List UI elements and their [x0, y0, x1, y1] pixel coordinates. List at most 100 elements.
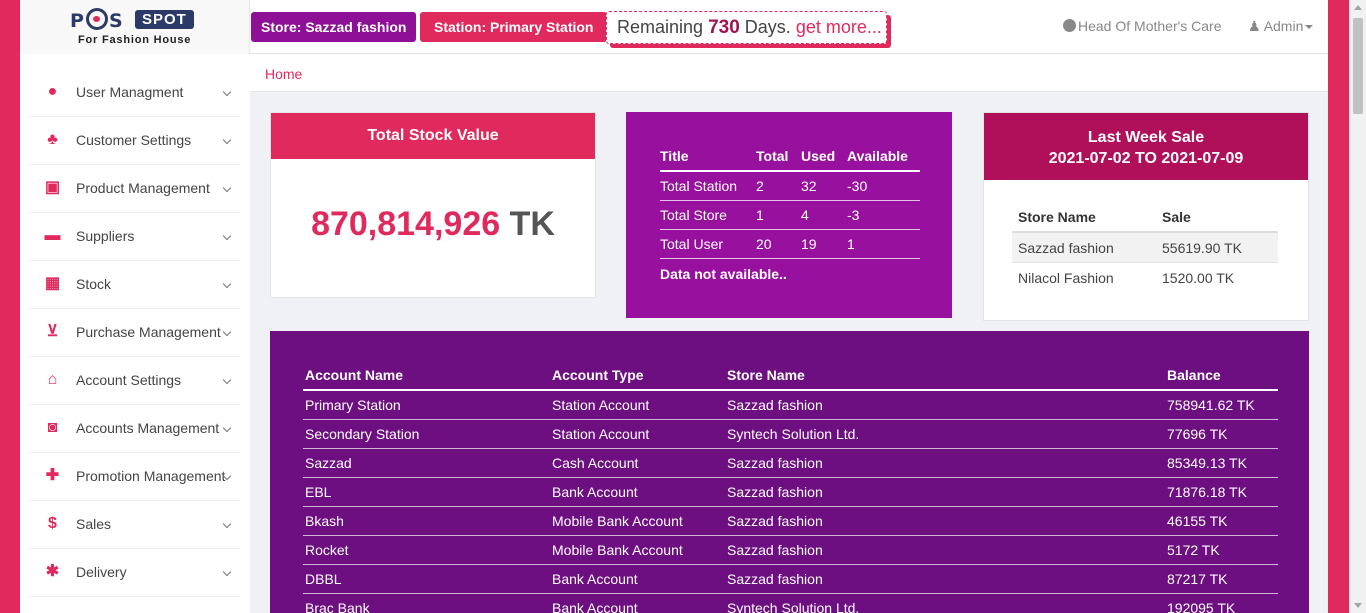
table-cell: 758941.62 TK: [1165, 390, 1278, 420]
chevron-down-icon: [222, 279, 232, 289]
logo-pos-text: PS: [70, 8, 124, 32]
sidebar-item-purchase-management[interactable]: ⊻ Purchase Management: [30, 309, 240, 357]
table-cell: Primary Station: [303, 390, 550, 420]
table-cell: Rocket: [303, 535, 550, 565]
table-cell: Sazzad fashion: [725, 477, 1165, 507]
scroll-down-arrow-icon[interactable]: [1354, 603, 1362, 608]
sidebar-item-label: Suppliers: [76, 228, 135, 244]
table-cell: Sazzad: [303, 448, 550, 478]
table-row: Total User 20 19 1: [660, 229, 920, 259]
table-cell: 77696 TK: [1165, 419, 1278, 449]
breadcrumb-home-link[interactable]: Home: [265, 66, 302, 82]
sidebar-item-label: Product Management: [76, 180, 210, 196]
sidebar-item-accounts-management[interactable]: ◙ Accounts Management: [30, 405, 240, 453]
table-cell: DBBL: [303, 564, 550, 594]
table-row: Total Station 2 32 -30: [660, 171, 920, 201]
table-cell: Sazzad fashion: [725, 506, 1165, 536]
get-more-link[interactable]: get more...: [796, 17, 882, 37]
shopping-bag-icon: ▣: [44, 179, 61, 196]
table-cell: -30: [847, 171, 920, 201]
sidebar-item-label: User Managment: [76, 84, 184, 100]
table-cell: 87217 TK: [1165, 564, 1278, 594]
station-selector-button[interactable]: Station: Primary Station: [420, 12, 608, 42]
scroll-up-arrow-icon[interactable]: [1354, 5, 1362, 10]
scrollbar-thumb[interactable]: [1353, 18, 1363, 114]
organization-link[interactable]: Head Of Mother's Care: [1063, 18, 1222, 34]
license-quota-card: Title Total Used Available Total Station 2 32…: [626, 112, 952, 318]
page-scrollbar[interactable]: [1349, 0, 1366, 613]
truck-icon: ▬: [44, 227, 61, 244]
sidebar-item-delivery[interactable]: ✱ Delivery: [30, 549, 240, 597]
sidebar-item-label: Stock: [76, 276, 112, 292]
table-row: Sazzad Cash Account Sazzad fashion 85349.13…: [303, 448, 1278, 478]
chevron-down-icon: [222, 87, 232, 97]
table-cell: -3: [847, 200, 920, 230]
table-cell: Secondary Station: [303, 419, 550, 449]
admin-label: Admin: [1263, 18, 1304, 34]
table-cell: Station Account: [550, 390, 725, 420]
table-cell: 32: [801, 171, 847, 201]
sidebar-item-sales[interactable]: $ Sales: [30, 501, 240, 549]
column-header: Available: [847, 144, 920, 172]
column-header: Used: [801, 144, 847, 172]
table-row: Brac Bank Bank Account Syntech Solution Lt…: [303, 593, 1278, 613]
table-cell: 1: [756, 200, 801, 230]
table-cell: 85349.13 TK: [1165, 448, 1278, 478]
chevron-down-icon: [222, 519, 232, 529]
table-cell: Bkash: [303, 506, 550, 536]
table-row: Nilacol Fashion 1520.00 TK: [1012, 263, 1278, 293]
table-cell: Sazzad fashion: [725, 535, 1165, 565]
table-cell: 46155 TK: [1165, 506, 1278, 536]
caret-down-icon: [1305, 25, 1314, 29]
subscription-remaining-box: Remaining 730 Days. get more...: [606, 11, 887, 44]
table-cell: Bank Account: [550, 564, 725, 594]
logo-ring-icon: [85, 8, 108, 30]
table-row: Sazzad fashion 55619.90 TK: [1012, 232, 1278, 263]
users-icon: ♣: [47, 131, 58, 148]
table-cell: Nilacol Fashion: [1018, 270, 1114, 286]
column-header: Total: [756, 144, 801, 172]
sidebar-item-stock[interactable]: ▦ Stock: [30, 261, 240, 309]
sidebar-item-product-management[interactable]: ▣ Product Management: [30, 165, 240, 213]
table-cell: Bank Account: [550, 477, 725, 507]
column-header: Balance: [1165, 363, 1278, 391]
table-cell: Total Station: [660, 171, 756, 201]
total-stock-title: Total Stock Value: [271, 113, 595, 159]
table-cell: Bank Account: [550, 593, 725, 613]
column-header: Store Name: [1012, 205, 1156, 233]
sidebar-item-label: Account Settings: [76, 372, 182, 388]
quota-table: Title Total Used Available Total Station 2 32…: [660, 144, 920, 259]
sidebar-item-label: Promotion Management: [76, 468, 226, 484]
sidebar-item-customer-settings[interactable]: ♣ Customer Settings: [30, 117, 240, 165]
chevron-down-icon: [222, 423, 232, 433]
chevron-down-icon: [222, 327, 232, 337]
sidebar-item-account-settings[interactable]: ⌂ Account Settings: [30, 357, 240, 405]
table-cell: Mobile Bank Account: [550, 535, 725, 565]
chevron-down-icon: [222, 135, 232, 145]
user-icon: ●: [47, 83, 58, 100]
table-row: Secondary Station Station Account Syntech …: [303, 419, 1278, 449]
user-circle-icon: [1063, 19, 1076, 32]
sidebar-item-label: Delivery: [76, 564, 127, 580]
admin-user-menu[interactable]: ♟ Admin: [1248, 18, 1314, 35]
table-cell: EBL: [303, 477, 550, 507]
table-cell: 20: [756, 229, 801, 259]
store-selector-button[interactable]: Store: Sazzad fashion: [251, 12, 417, 42]
table-row: Primary Station Station Account Sazzad fas…: [303, 390, 1278, 420]
table-cell: 71876.18 TK: [1165, 477, 1278, 507]
sidebar: ● User Managment ♣ Customer Settings ▣ Produc…: [20, 54, 250, 613]
table-row: EBL Bank Account Sazzad fashion 71876.18 TK: [303, 477, 1278, 507]
sidebar-item-user-managment[interactable]: ● User Managment: [30, 69, 240, 117]
chevron-down-icon: [222, 567, 232, 577]
breadcrumb: Home: [250, 54, 1328, 92]
logo-spot-badge: SPOT: [135, 10, 194, 29]
app-logo[interactable]: PS SPOT For Fashion House: [20, 0, 250, 54]
sidebar-item-label: Purchase Management: [76, 324, 221, 340]
last-week-sale-table: Store Name Sale Sazzad fashion 55619.90 TK…: [1012, 205, 1278, 292]
table-row: DBBL Bank Account Sazzad fashion 87217 TK: [303, 564, 1278, 594]
cart-icon: ⊻: [46, 323, 59, 340]
quota-note: Data not available..: [660, 266, 787, 282]
app-shell: PS SPOT For Fashion House Store: Sazzad …: [20, 0, 1328, 613]
sidebar-item-suppliers[interactable]: ▬ Suppliers: [30, 213, 240, 261]
sidebar-item-promotion-management[interactable]: ✚ Promotion Management: [30, 453, 240, 501]
